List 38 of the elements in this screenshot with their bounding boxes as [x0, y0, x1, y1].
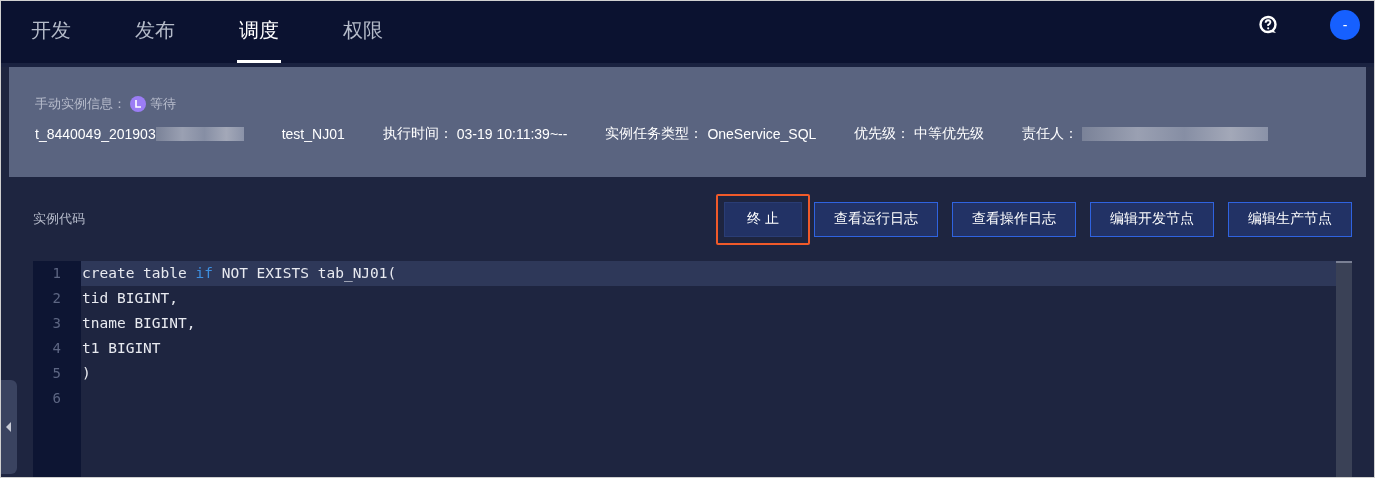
caret-icon: [6, 422, 12, 432]
collapse-handle[interactable]: [1, 380, 17, 474]
action-button[interactable]: 查看运行日志: [814, 201, 938, 237]
instance-name: t_8440049_201903: [35, 126, 156, 142]
clock-icon: [130, 96, 146, 112]
line-number: 1: [51, 264, 62, 283]
scrollbar[interactable]: [1336, 261, 1352, 477]
line-number: 5: [51, 364, 62, 383]
field-label: 优先级：: [854, 125, 911, 143]
field-value: 03-19 10:11:39~--: [456, 126, 568, 142]
field-label: 实例任务类型：: [605, 125, 704, 143]
code-line: t1 BIGINT: [82, 340, 161, 356]
line-number: 3: [51, 314, 62, 333]
nav-tab[interactable]: 开发: [29, 1, 73, 63]
code-line: tid BIGINT,: [82, 290, 179, 306]
info-title: 手动实例信息：: [35, 95, 126, 113]
line-number: 6: [51, 389, 62, 408]
action-button[interactable]: 编辑开发节点: [1090, 201, 1214, 237]
field-label: 执行时间：: [382, 125, 453, 143]
field-label: 责任人：: [1022, 125, 1079, 143]
nav-tab[interactable]: 权限: [341, 1, 385, 63]
line-number: 4: [51, 339, 62, 358]
status-text: 等待: [150, 95, 176, 113]
field-value: OneService_SQL: [707, 126, 817, 142]
code-line: ): [82, 365, 91, 381]
field-value: 中等优先级: [914, 125, 985, 143]
nav-tab[interactable]: 发布: [133, 1, 177, 63]
nav-tab[interactable]: 调度: [237, 1, 281, 63]
code-line: tname BIGINT,: [82, 315, 196, 331]
code-line: create table if NOT EXISTS tab_NJ01(: [82, 265, 397, 281]
node-name: test_NJ01: [281, 126, 345, 142]
line-number: 2: [51, 289, 62, 308]
action-button[interactable]: 编辑生产节点: [1228, 201, 1352, 237]
user-avatar[interactable]: -: [1330, 10, 1360, 40]
action-button[interactable]: 查看操作日志: [952, 201, 1076, 237]
action-button[interactable]: 终 止: [724, 201, 802, 237]
section-title: 实例代码: [33, 210, 85, 228]
help-icon[interactable]: [1258, 15, 1278, 35]
